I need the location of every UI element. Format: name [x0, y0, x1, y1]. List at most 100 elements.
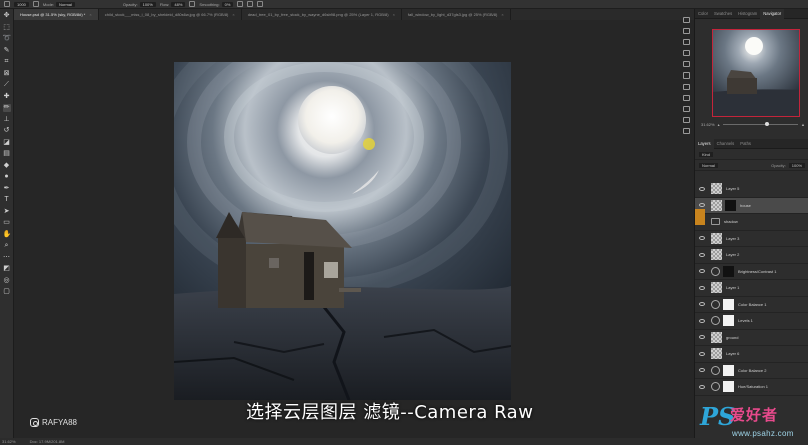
- visibility-eye-icon[interactable]: [699, 302, 705, 307]
- character-panel-icon[interactable]: [682, 83, 690, 90]
- layer-name[interactable]: shadow: [724, 219, 738, 224]
- layer-row[interactable]: ground: [695, 330, 808, 346]
- zoom-in-icon[interactable]: ▲: [801, 122, 805, 127]
- layer-thumbnail[interactable]: [711, 232, 722, 244]
- adjustment-layer-icon[interactable]: [711, 316, 720, 326]
- zoom-out-icon[interactable]: ▴: [718, 122, 720, 127]
- tab-channels[interactable]: Channels: [714, 139, 738, 149]
- eyedropper-tool-icon[interactable]: ⟋: [3, 81, 11, 89]
- blend-mode-dropdown[interactable]: Normal: [699, 162, 718, 168]
- document-info[interactable]: Doc: 17.9M/201.8M: [30, 439, 65, 444]
- adjustments-panel-icon[interactable]: [682, 39, 690, 46]
- swatches-panel-icon[interactable]: [682, 105, 690, 112]
- brush-tool-icon[interactable]: [4, 1, 10, 7]
- tab-histogram[interactable]: Histogram: [735, 9, 760, 19]
- tab-child-stock[interactable]: child_stock___miss_i_08_by_sheldeid_d80s…: [99, 9, 242, 20]
- tab-navigator[interactable]: Navigator: [760, 8, 785, 19]
- layer-row[interactable]: shadow: [695, 214, 808, 231]
- tab-paths[interactable]: Paths: [737, 139, 754, 149]
- visibility-eye-icon[interactable]: [699, 269, 705, 274]
- layer-name[interactable]: Layer 2: [726, 252, 739, 257]
- visibility-eye-icon[interactable]: [699, 351, 705, 356]
- layer-row[interactable]: house: [695, 197, 808, 214]
- move-tool-icon[interactable]: ✥: [3, 12, 11, 20]
- crop-tool-icon[interactable]: ⌗: [3, 58, 11, 66]
- visibility-eye-icon[interactable]: [699, 335, 705, 340]
- layer-opacity-field[interactable]: 100%: [788, 162, 805, 168]
- tab-swatches[interactable]: Swatches: [711, 9, 735, 19]
- visibility-eye-icon[interactable]: [699, 285, 705, 290]
- libraries-panel-icon[interactable]: [682, 50, 690, 57]
- quick-mask-icon[interactable]: ◎: [3, 277, 11, 285]
- layer-name[interactable]: Hue/Saturation 1: [738, 384, 768, 389]
- history-panel-icon[interactable]: [682, 17, 690, 24]
- adjustment-layer-icon[interactable]: [711, 299, 720, 309]
- navigator-zoom-value[interactable]: 31.62%: [701, 122, 715, 127]
- layer-row[interactable]: Layer 3: [695, 231, 808, 247]
- layer-name[interactable]: Color Balance 2: [738, 368, 766, 373]
- lasso-tool-icon[interactable]: ➰: [3, 35, 12, 43]
- tab-house-psd[interactable]: House.psd @ 31.5% (sky, RGB/8#) * ×: [14, 9, 99, 20]
- canvas-area[interactable]: [14, 20, 694, 438]
- close-icon[interactable]: ×: [89, 9, 91, 20]
- frame-tool-icon[interactable]: ⊠: [3, 70, 11, 78]
- shape-tool-icon[interactable]: ▭: [3, 219, 11, 227]
- brush-settings-icon[interactable]: [32, 1, 39, 7]
- mode-dropdown[interactable]: Normal: [56, 1, 75, 7]
- screen-mode-icon[interactable]: ▢: [3, 288, 11, 296]
- layer-name[interactable]: Brightness/Contrast 1: [738, 269, 776, 274]
- path-select-icon[interactable]: ➤: [3, 208, 11, 216]
- healing-brush-icon[interactable]: ✚: [3, 93, 11, 101]
- layer-row[interactable]: Layer 1: [695, 280, 808, 297]
- layer-name[interactable]: Layer 5: [726, 186, 739, 191]
- close-icon[interactable]: ×: [501, 9, 503, 20]
- blur-tool-icon[interactable]: ◆: [3, 162, 11, 170]
- smoothing-field[interactable]: 0%: [221, 1, 234, 7]
- layer-mask-thumbnail[interactable]: [723, 315, 734, 327]
- layer-mask-thumbnail[interactable]: [723, 298, 734, 310]
- layer-name[interactable]: Levels 1: [738, 318, 753, 323]
- adjustment-layer-icon[interactable]: [711, 266, 720, 276]
- layer-thumbnail[interactable]: [711, 282, 722, 294]
- adjustment-layer-icon[interactable]: [711, 365, 720, 375]
- navigator-preview[interactable]: [712, 29, 800, 117]
- visibility-eye-icon[interactable]: [699, 236, 705, 241]
- paragraph-panel-icon[interactable]: [682, 72, 690, 79]
- smoothing-options-icon[interactable]: [237, 1, 244, 7]
- visibility-eye-icon[interactable]: [699, 252, 705, 257]
- layer-name[interactable]: Color Balance 1: [738, 302, 766, 307]
- brushes-panel-icon[interactable]: [682, 61, 690, 68]
- layer-thumbnail[interactable]: [711, 183, 722, 195]
- folder-icon[interactable]: [711, 218, 720, 226]
- eraser-tool-icon[interactable]: ◪: [3, 139, 11, 147]
- layer-mask-thumbnail[interactable]: [723, 265, 734, 277]
- clone-stamp-icon[interactable]: ⊥: [3, 116, 11, 124]
- brush-size-value[interactable]: 1000: [14, 1, 29, 7]
- layer-name[interactable]: Layer 6: [726, 351, 739, 356]
- visibility-eye-icon[interactable]: [699, 318, 705, 323]
- layer-row[interactable]: Brightness/Contrast 1: [695, 264, 808, 280]
- zoom-slider-handle[interactable]: [764, 121, 769, 126]
- tab-layers[interactable]: Layers: [695, 138, 714, 149]
- color-swatches-icon[interactable]: ◩: [3, 265, 11, 273]
- quick-select-tool-icon[interactable]: ✎: [3, 47, 11, 55]
- hand-tool-icon[interactable]: ✋: [3, 231, 12, 239]
- layer-row[interactable]: Hue/Saturation 1: [695, 379, 808, 396]
- zoom-tool-icon[interactable]: ⌕: [3, 242, 11, 250]
- layer-thumbnail[interactable]: [711, 348, 722, 360]
- gradient-tool-icon[interactable]: ▤: [3, 150, 11, 158]
- actions-panel-icon[interactable]: [682, 116, 690, 123]
- pressure-icon[interactable]: [247, 1, 254, 7]
- layer-row[interactable]: Layer 6: [695, 346, 808, 363]
- layer-row[interactable]: Color Balance 2: [695, 363, 808, 379]
- layer-row[interactable]: Layer 2: [695, 247, 808, 264]
- symmetry-icon[interactable]: [257, 1, 264, 7]
- visibility-eye-icon[interactable]: [699, 368, 705, 373]
- tab-dead-tree[interactable]: dead_tree_01_by_free_stock_by_wayne_d6sb…: [242, 9, 402, 20]
- close-icon[interactable]: ×: [393, 9, 395, 20]
- layer-row[interactable]: Levels 1: [695, 313, 808, 330]
- status-zoom[interactable]: 31.62%: [2, 439, 16, 444]
- tab-color[interactable]: Color: [695, 9, 711, 19]
- adjustment-layer-icon[interactable]: [711, 382, 720, 392]
- layer-name[interactable]: ground: [726, 335, 738, 340]
